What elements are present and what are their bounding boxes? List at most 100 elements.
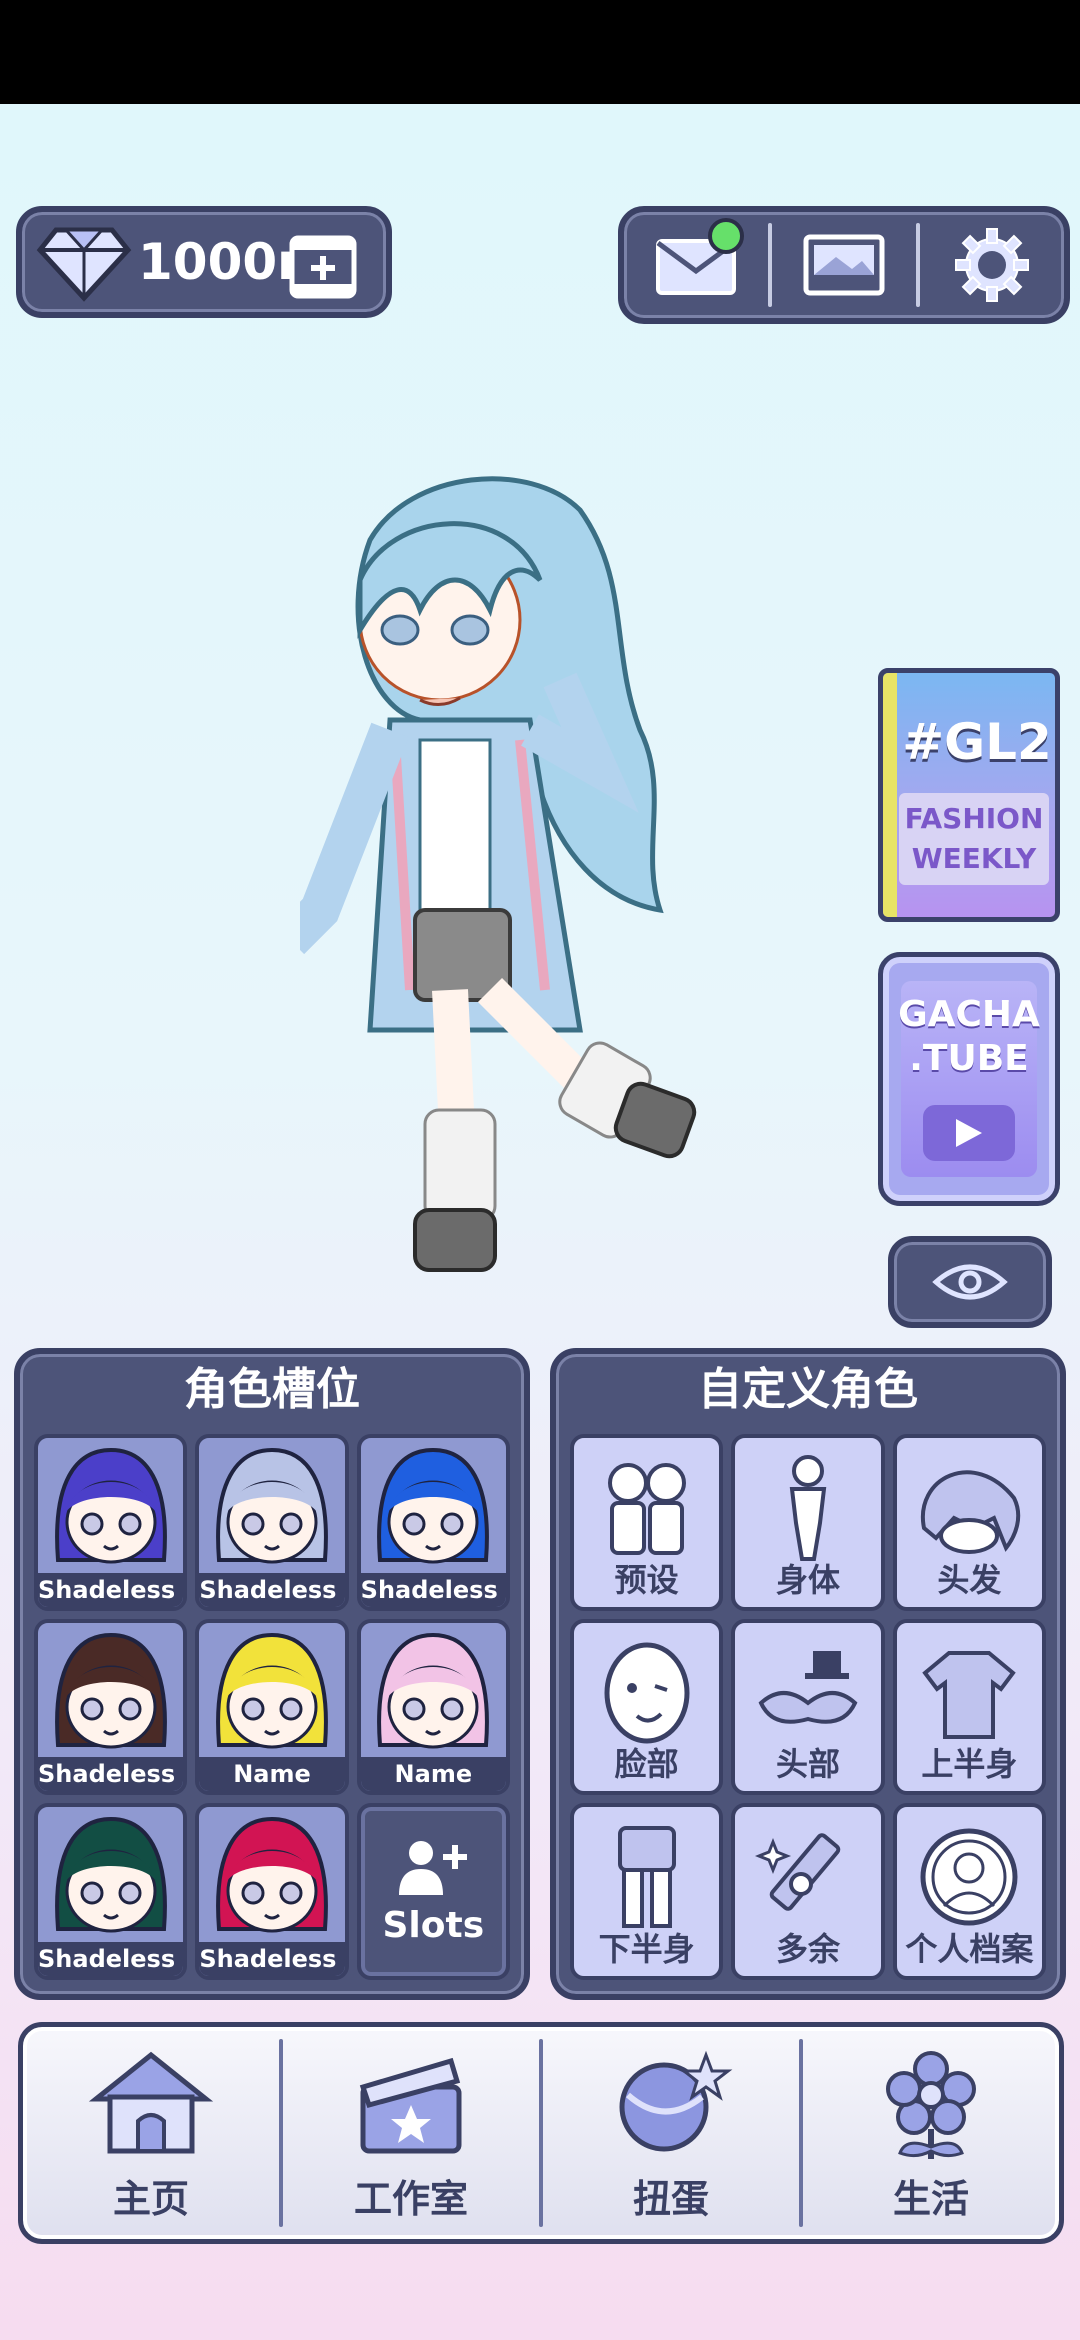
eye-icon — [932, 1264, 1008, 1300]
watch-ad-plus-icon[interactable] — [288, 234, 358, 300]
category-face[interactable]: 脸部 — [570, 1618, 724, 1796]
fashion-weekly-button[interactable]: #GL2 FASHION WEEKLY — [878, 668, 1060, 922]
book-spine — [883, 673, 897, 917]
avatar — [361, 1627, 506, 1767]
slot-name: Shadeless Bas — [38, 1757, 184, 1792]
body-icon — [735, 1448, 880, 1568]
category-extra[interactable]: 多余 — [731, 1803, 885, 1980]
gacha-orb-icon — [543, 2047, 799, 2167]
category-label: 下半身 — [598, 1930, 695, 1968]
upper-body-icon — [897, 1633, 1042, 1753]
customize-character-panel: 自定义角色 预设 身体 头发 脸部 头部 上半身 下半身 多余 个人档案 — [550, 1348, 1066, 2000]
fashion-weekly-line1: FASHION — [904, 802, 1044, 835]
nav-home[interactable]: 主页 — [23, 2027, 279, 2239]
avatar — [361, 1442, 506, 1582]
character-slot[interactable]: Shadeless Bas — [34, 1618, 188, 1796]
bottom-nav: 主页 工作室 扭蛋 生活 — [18, 2022, 1064, 2244]
category-label: 个人档案 — [905, 1930, 1034, 1968]
category-label: 身体 — [775, 1560, 840, 1599]
slot-name: Shadeless Bas — [199, 1942, 345, 1976]
image-icon — [803, 234, 885, 296]
category-profile[interactable]: 个人档案 — [892, 1803, 1046, 1980]
slot-name: Shadeless Bas — [38, 1572, 184, 1607]
avatar — [38, 1811, 183, 1951]
category-preset[interactable]: 预设 — [570, 1434, 724, 1611]
gacha-tube-button[interactable]: GACHA .TUBE — [878, 952, 1060, 1206]
category-lower-body[interactable]: 下半身 — [570, 1803, 724, 1980]
top-toolbar — [618, 206, 1070, 324]
avatar — [38, 1442, 183, 1582]
category-label: 头部 — [775, 1745, 840, 1784]
customize-grid: 预设 身体 头发 脸部 头部 上半身 下半身 多余 个人档案 — [570, 1434, 1046, 1980]
nav-gacha-label: 扭蛋 — [632, 2177, 709, 2221]
slot-name: Shadeless Bas — [360, 1572, 506, 1607]
category-head-accessory[interactable]: 头部 — [731, 1618, 885, 1796]
toggle-ui-button[interactable] — [888, 1236, 1052, 1328]
lower-body-icon — [574, 1817, 719, 1937]
gallery-button[interactable] — [772, 212, 916, 318]
character-slot[interactable]: Name — [356, 1618, 510, 1796]
add-slots-label: Slots — [382, 1905, 485, 1947]
preset-icon — [574, 1448, 719, 1568]
avatar — [199, 1811, 344, 1951]
settings-button[interactable] — [920, 212, 1064, 318]
avatar-face — [54, 1632, 167, 1749]
gacha-tube-label: GACHA .TUBE — [883, 993, 1055, 1081]
face-icon — [574, 1633, 719, 1753]
profile-icon — [897, 1817, 1042, 1937]
clapperboard-icon — [283, 2047, 539, 2167]
nav-studio-label: 工作室 — [353, 2177, 468, 2221]
house-icon — [23, 2047, 279, 2167]
character-slot[interactable]: Shadeless Bas — [34, 1803, 188, 1980]
nav-life[interactable]: 生活 — [803, 2027, 1059, 2239]
character-slot[interactable]: Shadeless Bas — [195, 1434, 349, 1611]
avatar-face — [377, 1632, 490, 1749]
character-preview[interactable] — [300, 470, 760, 1300]
currency-display: 1000m — [16, 206, 392, 318]
character-slot[interactable]: Shadeless Bas — [356, 1434, 510, 1611]
avatar-face — [377, 1447, 490, 1564]
character-slot[interactable]: Shadeless Bas — [34, 1434, 188, 1611]
category-label: 头发 — [937, 1560, 1002, 1599]
avatar-face — [216, 1632, 328, 1749]
avatar — [199, 1627, 344, 1767]
head-accessory-icon — [735, 1633, 880, 1753]
nav-home-label: 主页 — [112, 2177, 189, 2221]
slots-grid: Shadeless Bas Shadeless Bas Shadeless Ba… — [34, 1434, 510, 1980]
flower-icon — [803, 2047, 1059, 2167]
avatar-face — [54, 1447, 167, 1564]
category-hair[interactable]: 头发 — [892, 1434, 1046, 1611]
category-upper-body[interactable]: 上半身 — [892, 1618, 1046, 1796]
nav-studio[interactable]: 工作室 — [283, 2027, 539, 2239]
play-icon — [923, 1105, 1015, 1161]
category-label: 上半身 — [921, 1745, 1018, 1784]
slots-title: 角色槽位 — [184, 1364, 360, 1415]
avatar-face — [216, 1447, 328, 1564]
avatar-face — [216, 1817, 328, 1933]
extra-icon — [735, 1817, 880, 1937]
character-slot[interactable]: Shadeless Bas — [195, 1803, 349, 1980]
category-label: 脸部 — [614, 1745, 679, 1784]
category-body[interactable]: 身体 — [731, 1434, 885, 1611]
customize-title: 自定义角色 — [698, 1364, 918, 1415]
fashion-weekly-line2: WEEKLY — [911, 842, 1037, 875]
category-label: 多余 — [775, 1930, 840, 1968]
character-slots-panel: 角色槽位 Shadeless Bas Shadeless Bas Shadele… — [14, 1348, 530, 2000]
mail-button[interactable] — [624, 212, 768, 318]
hair-icon — [897, 1448, 1042, 1568]
add-user-icon — [399, 1841, 468, 1896]
diamond-icon — [36, 227, 132, 302]
slot-name: Name — [360, 1757, 506, 1792]
nav-gacha[interactable]: 扭蛋 — [543, 2027, 799, 2239]
gl2-tag: #GL2 — [902, 713, 1052, 771]
fashion-weekly-label: FASHION WEEKLY — [899, 793, 1049, 885]
slot-name: Shadeless Bas — [38, 1942, 184, 1976]
character-slot[interactable]: Name — [195, 1618, 349, 1796]
add-slots-button[interactable]: Slots — [356, 1803, 510, 1980]
gear-icon — [955, 228, 1029, 302]
nav-life-label: 生活 — [892, 2177, 969, 2221]
slot-name: Name — [199, 1757, 345, 1792]
gacha-tube-line2: .TUBE — [909, 1038, 1029, 1079]
avatar — [38, 1627, 183, 1767]
category-label: 预设 — [614, 1560, 679, 1599]
